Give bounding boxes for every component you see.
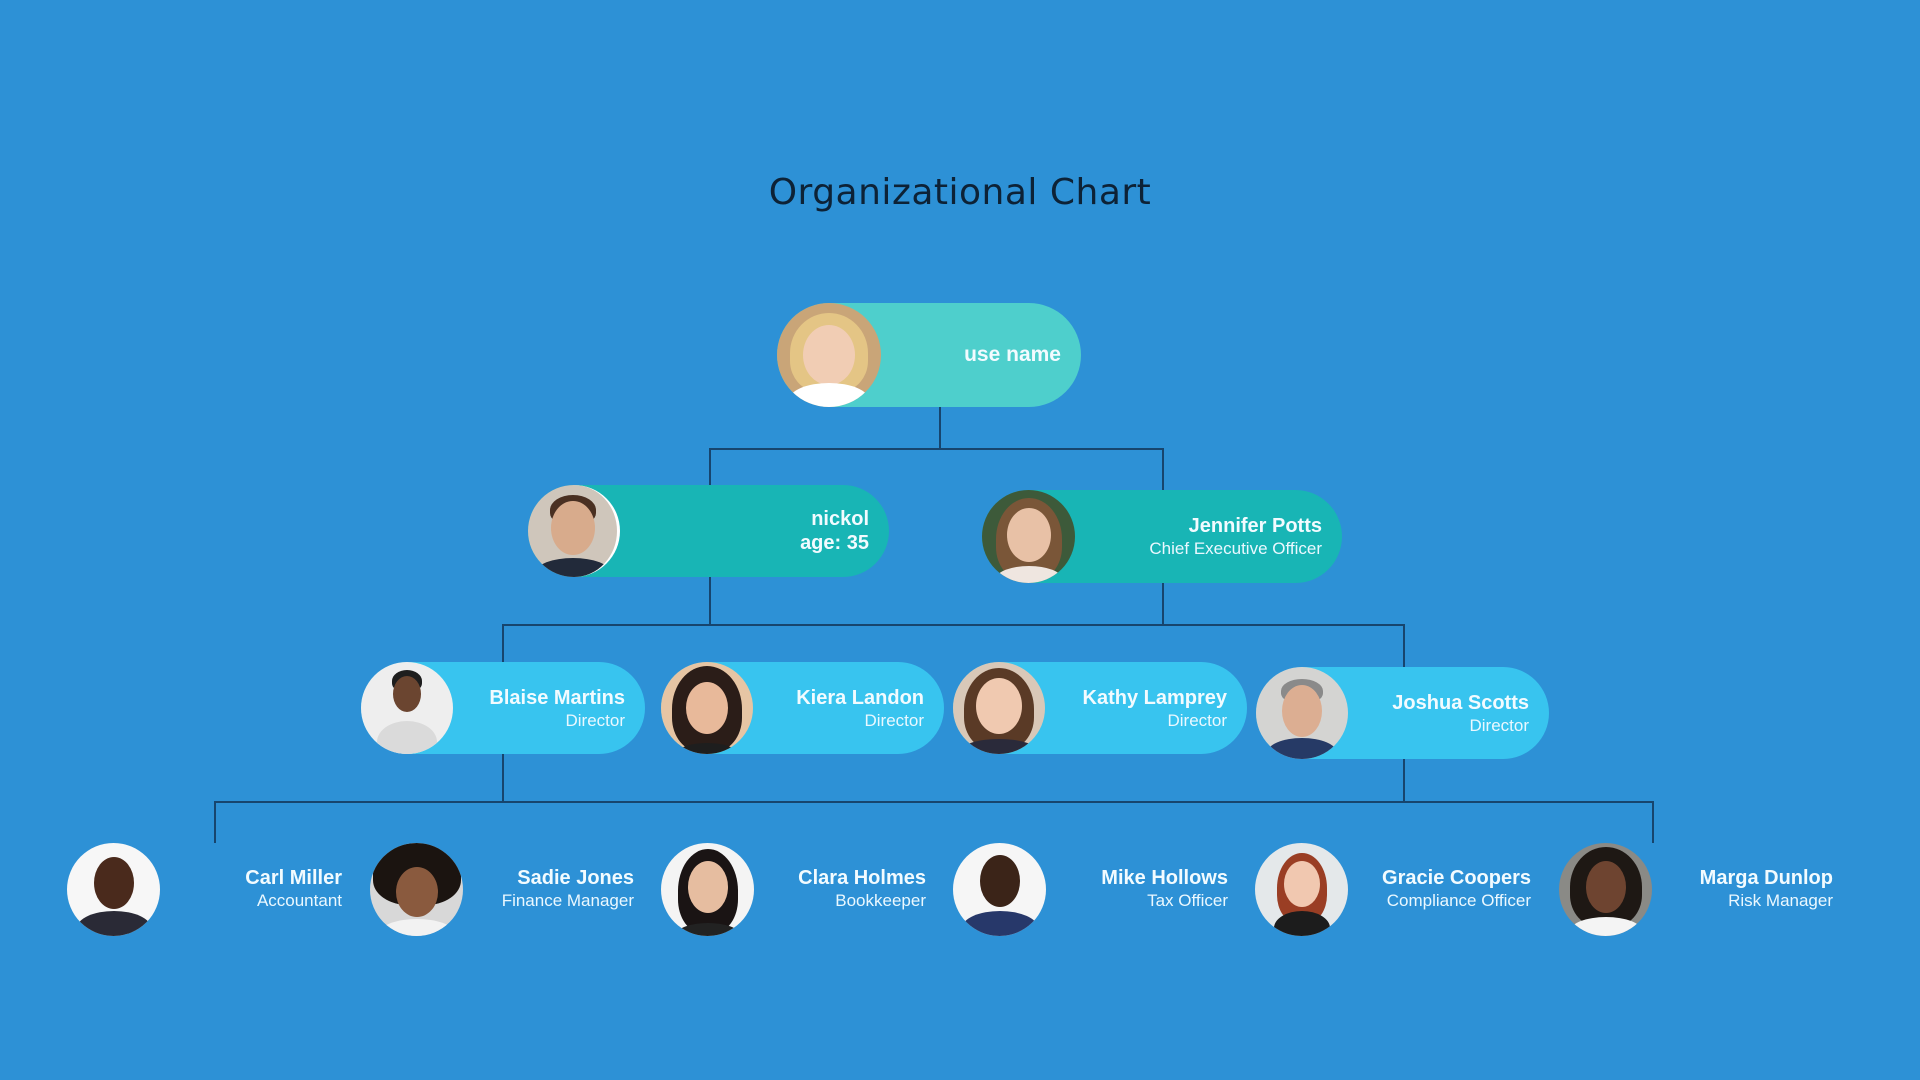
person-role: Bookkeeper xyxy=(835,891,926,910)
person-name: Clara Holmes xyxy=(798,867,926,889)
person-photo-icon xyxy=(67,843,160,936)
person-name: Sadie Jones xyxy=(517,867,634,889)
org-node-level3[interactable]: Blaise Martins Director xyxy=(361,662,645,754)
connector-line xyxy=(1162,583,1164,625)
connector-line xyxy=(1162,448,1164,491)
person-role: Accountant xyxy=(256,891,342,910)
person-photo-icon xyxy=(661,662,753,754)
org-node-level3[interactable]: Kathy Lamprey Director xyxy=(953,662,1247,754)
person-name: Joshua Scotts xyxy=(1392,691,1529,714)
connector-line xyxy=(709,448,1164,450)
person-role: Director xyxy=(1469,715,1529,735)
connector-line xyxy=(709,448,711,486)
person-name: Blaise Martins xyxy=(489,686,625,709)
person-role: Risk Manager xyxy=(1728,891,1833,910)
person-role: Chief Executive Officer xyxy=(1149,539,1322,558)
connector-line xyxy=(1403,624,1405,668)
person-name: Kiera Landon xyxy=(796,686,924,709)
person-role: Finance Manager xyxy=(501,891,634,910)
connector-line xyxy=(939,407,941,450)
person-photo-icon xyxy=(370,843,463,936)
person-name: Carl Miller xyxy=(245,867,342,889)
person-role: Compliance Officer xyxy=(1386,891,1531,910)
person-photo-icon xyxy=(777,303,881,407)
person-photo-icon xyxy=(953,662,1045,754)
connector-line xyxy=(1652,801,1654,843)
person-role: Director xyxy=(1167,710,1227,730)
person-name: Marga Dunlop xyxy=(1699,867,1833,889)
connector-line xyxy=(1403,759,1405,802)
person-photo-icon xyxy=(1255,843,1348,936)
person-name: Mike Hollows xyxy=(1101,867,1228,889)
org-node-level3[interactable]: Kiera Landon Director xyxy=(661,662,944,754)
person-name: use name xyxy=(964,343,1061,366)
person-photo-icon xyxy=(1256,667,1348,759)
chart-title: Organizational Chart xyxy=(768,172,1152,213)
person-photo-icon xyxy=(953,843,1046,936)
org-node-level2[interactable]: Jennifer Potts Chief Executive Officer xyxy=(982,490,1342,583)
person-role: Director xyxy=(864,710,924,730)
connector-line xyxy=(502,624,504,663)
person-photo-icon xyxy=(661,843,754,936)
person-name: Kathy Lamprey xyxy=(1082,686,1228,709)
person-photo-icon xyxy=(1559,843,1652,936)
org-node-level3[interactable]: Joshua Scotts Director xyxy=(1256,667,1549,759)
person-name: nickol xyxy=(811,508,869,530)
org-node-level2[interactable]: nickol age: 35 xyxy=(528,485,889,577)
connector-line xyxy=(214,801,1654,803)
connector-line xyxy=(709,577,711,625)
person-photo-icon xyxy=(361,662,453,754)
person-photo-icon xyxy=(528,485,620,577)
connector-line xyxy=(502,624,1405,626)
person-role: age: 35 xyxy=(800,532,869,554)
person-name: Jennifer Potts xyxy=(1188,515,1322,537)
connector-line xyxy=(502,754,504,802)
person-role: Tax Officer xyxy=(1147,891,1228,910)
org-node-root[interactable]: use name xyxy=(777,303,1081,407)
person-name: Gracie Coopers xyxy=(1382,867,1531,889)
person-photo-icon xyxy=(982,490,1075,583)
person-role: Director xyxy=(565,710,625,730)
connector-line xyxy=(214,801,216,843)
